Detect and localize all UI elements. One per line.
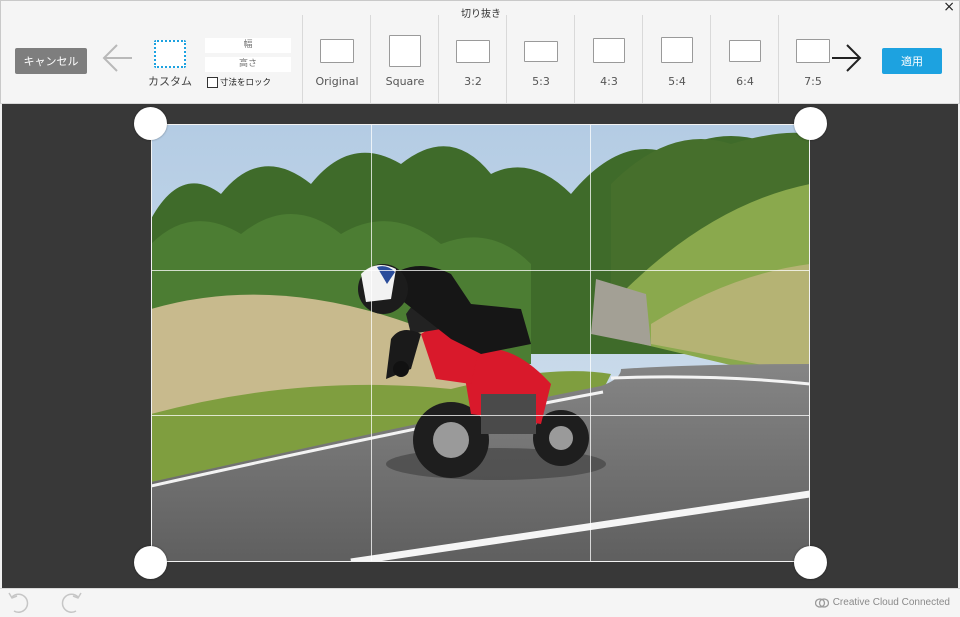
ratio-7-5-icon — [796, 39, 830, 63]
creative-cloud-status: Creative Cloud Connected — [814, 597, 950, 608]
crop-handle-bottom-right[interactable] — [794, 546, 827, 579]
arrow-right-icon[interactable] — [829, 41, 863, 75]
ratio-5-3-icon — [524, 41, 558, 62]
photo-motorcycle — [151, 124, 810, 562]
preset-original[interactable]: Original — [302, 15, 370, 105]
crop-handle-bottom-left[interactable] — [134, 546, 167, 579]
ratio-5-4-icon — [661, 37, 693, 63]
preset-label: 4:3 — [600, 75, 618, 88]
preset-label: 7:5 — [804, 75, 822, 88]
custom-ratio-icon — [154, 40, 186, 68]
custom-ratio-button[interactable]: カスタム — [142, 33, 198, 97]
creative-cloud-label: Creative Cloud Connected — [832, 597, 950, 608]
redo-icon[interactable] — [58, 589, 84, 615]
cancel-button[interactable]: キャンセル — [15, 48, 87, 74]
lock-dimensions-checkbox[interactable]: 寸法をロック — [207, 76, 271, 88]
crop-toolbar: 切り抜き × キャンセル カスタム 寸法をロック Original Square… — [0, 0, 960, 105]
crop-handle-top-left[interactable] — [134, 107, 167, 140]
preset-5-4[interactable]: 5:4 — [642, 15, 710, 105]
preset-label: 5:4 — [668, 75, 686, 88]
ratio-original-icon — [320, 39, 354, 63]
lock-dimensions-label: 寸法をロック — [220, 78, 272, 88]
preset-label: 6:4 — [736, 75, 754, 88]
preset-5-3[interactable]: 5:3 — [506, 15, 574, 105]
ratio-presets: Original Square 3:2 5:3 4:3 5:4 6:4 7:5 — [302, 15, 846, 105]
preset-3-2[interactable]: 3:2 — [438, 15, 506, 105]
crop-handle-top-right[interactable] — [794, 107, 827, 140]
preset-label: 3:2 — [464, 75, 482, 88]
ratio-6-4-icon — [729, 40, 761, 62]
preset-label: 5:3 — [532, 75, 550, 88]
status-bar: Creative Cloud Connected — [0, 588, 960, 617]
width-input[interactable] — [205, 38, 291, 53]
preset-label: Original — [315, 75, 359, 88]
preset-4-3[interactable]: 4:3 — [574, 15, 642, 105]
preset-square[interactable]: Square — [370, 15, 438, 105]
undo-icon[interactable] — [6, 589, 32, 615]
ratio-4-3-icon — [593, 38, 625, 63]
creative-cloud-icon — [814, 597, 829, 608]
preset-6-4[interactable]: 6:4 — [710, 15, 778, 105]
height-input[interactable] — [205, 57, 291, 72]
custom-ratio-label: カスタム — [148, 75, 192, 88]
apply-button[interactable]: 適用 — [882, 48, 942, 74]
arrow-left-icon[interactable] — [101, 41, 135, 75]
ratio-3-2-icon — [456, 40, 490, 63]
preset-divider — [778, 15, 779, 105]
close-icon[interactable]: × — [943, 0, 955, 14]
ratio-square-icon — [389, 35, 421, 67]
preset-label: Square — [385, 75, 425, 88]
checkbox-icon — [207, 76, 218, 88]
